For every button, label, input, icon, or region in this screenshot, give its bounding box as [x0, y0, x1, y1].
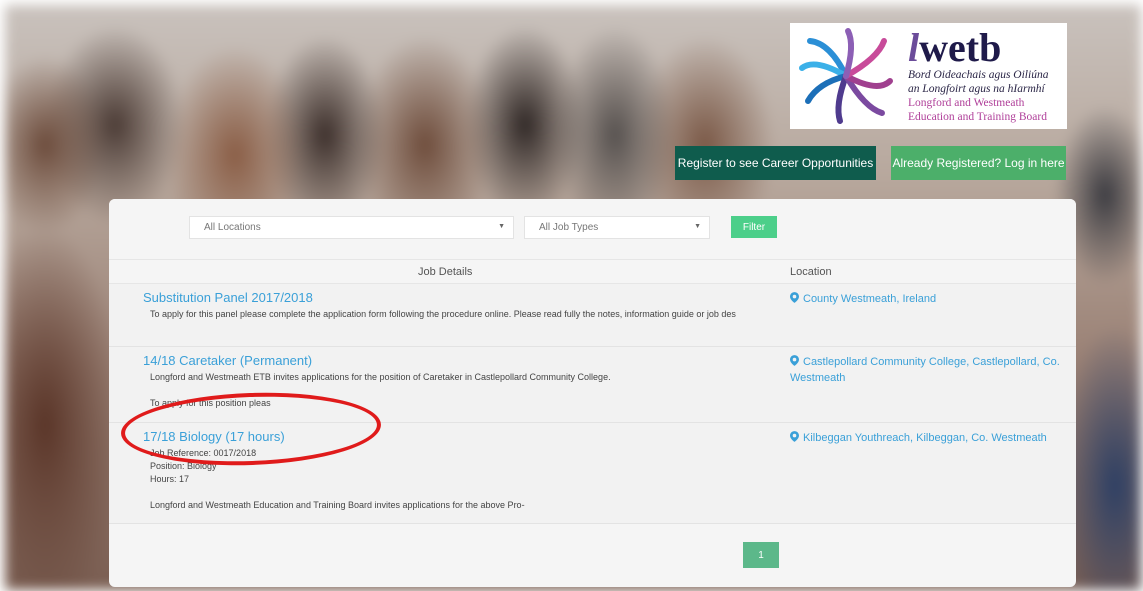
register-button[interactable]: Register to see Career Opportunities: [675, 146, 876, 180]
job-location-text: County Westmeath, Ireland: [803, 293, 937, 305]
job-type-select[interactable]: All Job Types ▼: [524, 216, 710, 239]
job-description: To apply for this panel please complete …: [150, 308, 780, 321]
job-description-line: To apply for this position pleas: [150, 398, 271, 408]
job-location-link[interactable]: Kilbeggan Youthreach, Kilbeggan, Co. Wes…: [790, 430, 1075, 446]
job-location-link[interactable]: County Westmeath, Ireland: [790, 291, 1075, 307]
swirl-logo-icon: [799, 28, 893, 124]
job-description-line: Longford and Westmeath Education and Tra…: [150, 500, 525, 510]
job-title-link[interactable]: 14/18 Caretaker (Permanent): [143, 353, 312, 368]
logo-english-line-2: Education and Training Board: [908, 111, 1047, 123]
table-row: Substitution Panel 2017/2018 To apply fo…: [109, 284, 1076, 347]
column-header-location: Location: [790, 266, 832, 278]
map-pin-icon: [790, 292, 799, 303]
chevron-down-icon: ▼: [694, 223, 701, 230]
job-description-line: [150, 486, 780, 499]
login-button[interactable]: Already Registered? Log in here: [891, 146, 1066, 180]
job-description-line: Job Reference: 0017/2018: [150, 448, 257, 458]
filter-button[interactable]: Filter: [731, 216, 777, 238]
table-row: 14/18 Caretaker (Permanent) Longford and…: [109, 347, 1076, 423]
table-row: 17/18 Biology (17 hours) Job Reference: …: [109, 423, 1076, 524]
logo-brand-prefix: l: [908, 25, 920, 70]
job-title-link[interactable]: 17/18 Biology (17 hours): [143, 429, 285, 444]
job-location-text: Castlepollard Community College, Castlep…: [790, 356, 1060, 384]
logo-brand-suffix: wetb: [919, 25, 1002, 70]
logo-irish-line-2: an Longfoirt agus na hIarmhí: [908, 83, 1045, 95]
chevron-down-icon: ▼: [498, 223, 505, 230]
job-type-select-value: All Job Types: [539, 222, 599, 233]
logo-brand-text: lwetb: [908, 28, 1048, 68]
column-header-job-details: Job Details: [418, 266, 473, 278]
filter-bar: All Locations ▼ All Job Types ▼ Filter: [109, 199, 1076, 259]
job-location-link[interactable]: Castlepollard Community College, Castlep…: [790, 354, 1075, 386]
job-description: Job Reference: 0017/2018 Position: Biolo…: [150, 447, 780, 512]
map-pin-icon: [790, 355, 799, 366]
jobs-panel: All Locations ▼ All Job Types ▼ Filter J…: [109, 199, 1076, 587]
location-select-value: All Locations: [204, 222, 261, 233]
map-pin-icon: [790, 431, 799, 442]
job-description-line: Longford and Westmeath ETB invites appli…: [150, 372, 611, 382]
job-location-text: Kilbeggan Youthreach, Kilbeggan, Co. Wes…: [803, 432, 1047, 444]
job-description-line: [150, 384, 780, 397]
job-description-line: Position: Biology: [150, 461, 217, 471]
job-description-line: To apply for this panel please complete …: [150, 309, 736, 319]
job-description: Longford and Westmeath ETB invites appli…: [150, 371, 780, 410]
logo-english-line-1: Longford and Westmeath: [908, 97, 1025, 109]
lwetb-logo[interactable]: lwetb Bord Oideachais agus Oiliúna an Lo…: [790, 23, 1067, 129]
location-select[interactable]: All Locations ▼: [189, 216, 514, 239]
job-description-line: Hours: 17: [150, 474, 190, 484]
logo-irish-line-1: Bord Oideachais agus Oiliúna: [908, 69, 1049, 81]
table-header: Job Details Location: [109, 259, 1076, 284]
pagination-page-button[interactable]: 1: [743, 542, 779, 568]
job-title-link[interactable]: Substitution Panel 2017/2018: [143, 290, 313, 305]
